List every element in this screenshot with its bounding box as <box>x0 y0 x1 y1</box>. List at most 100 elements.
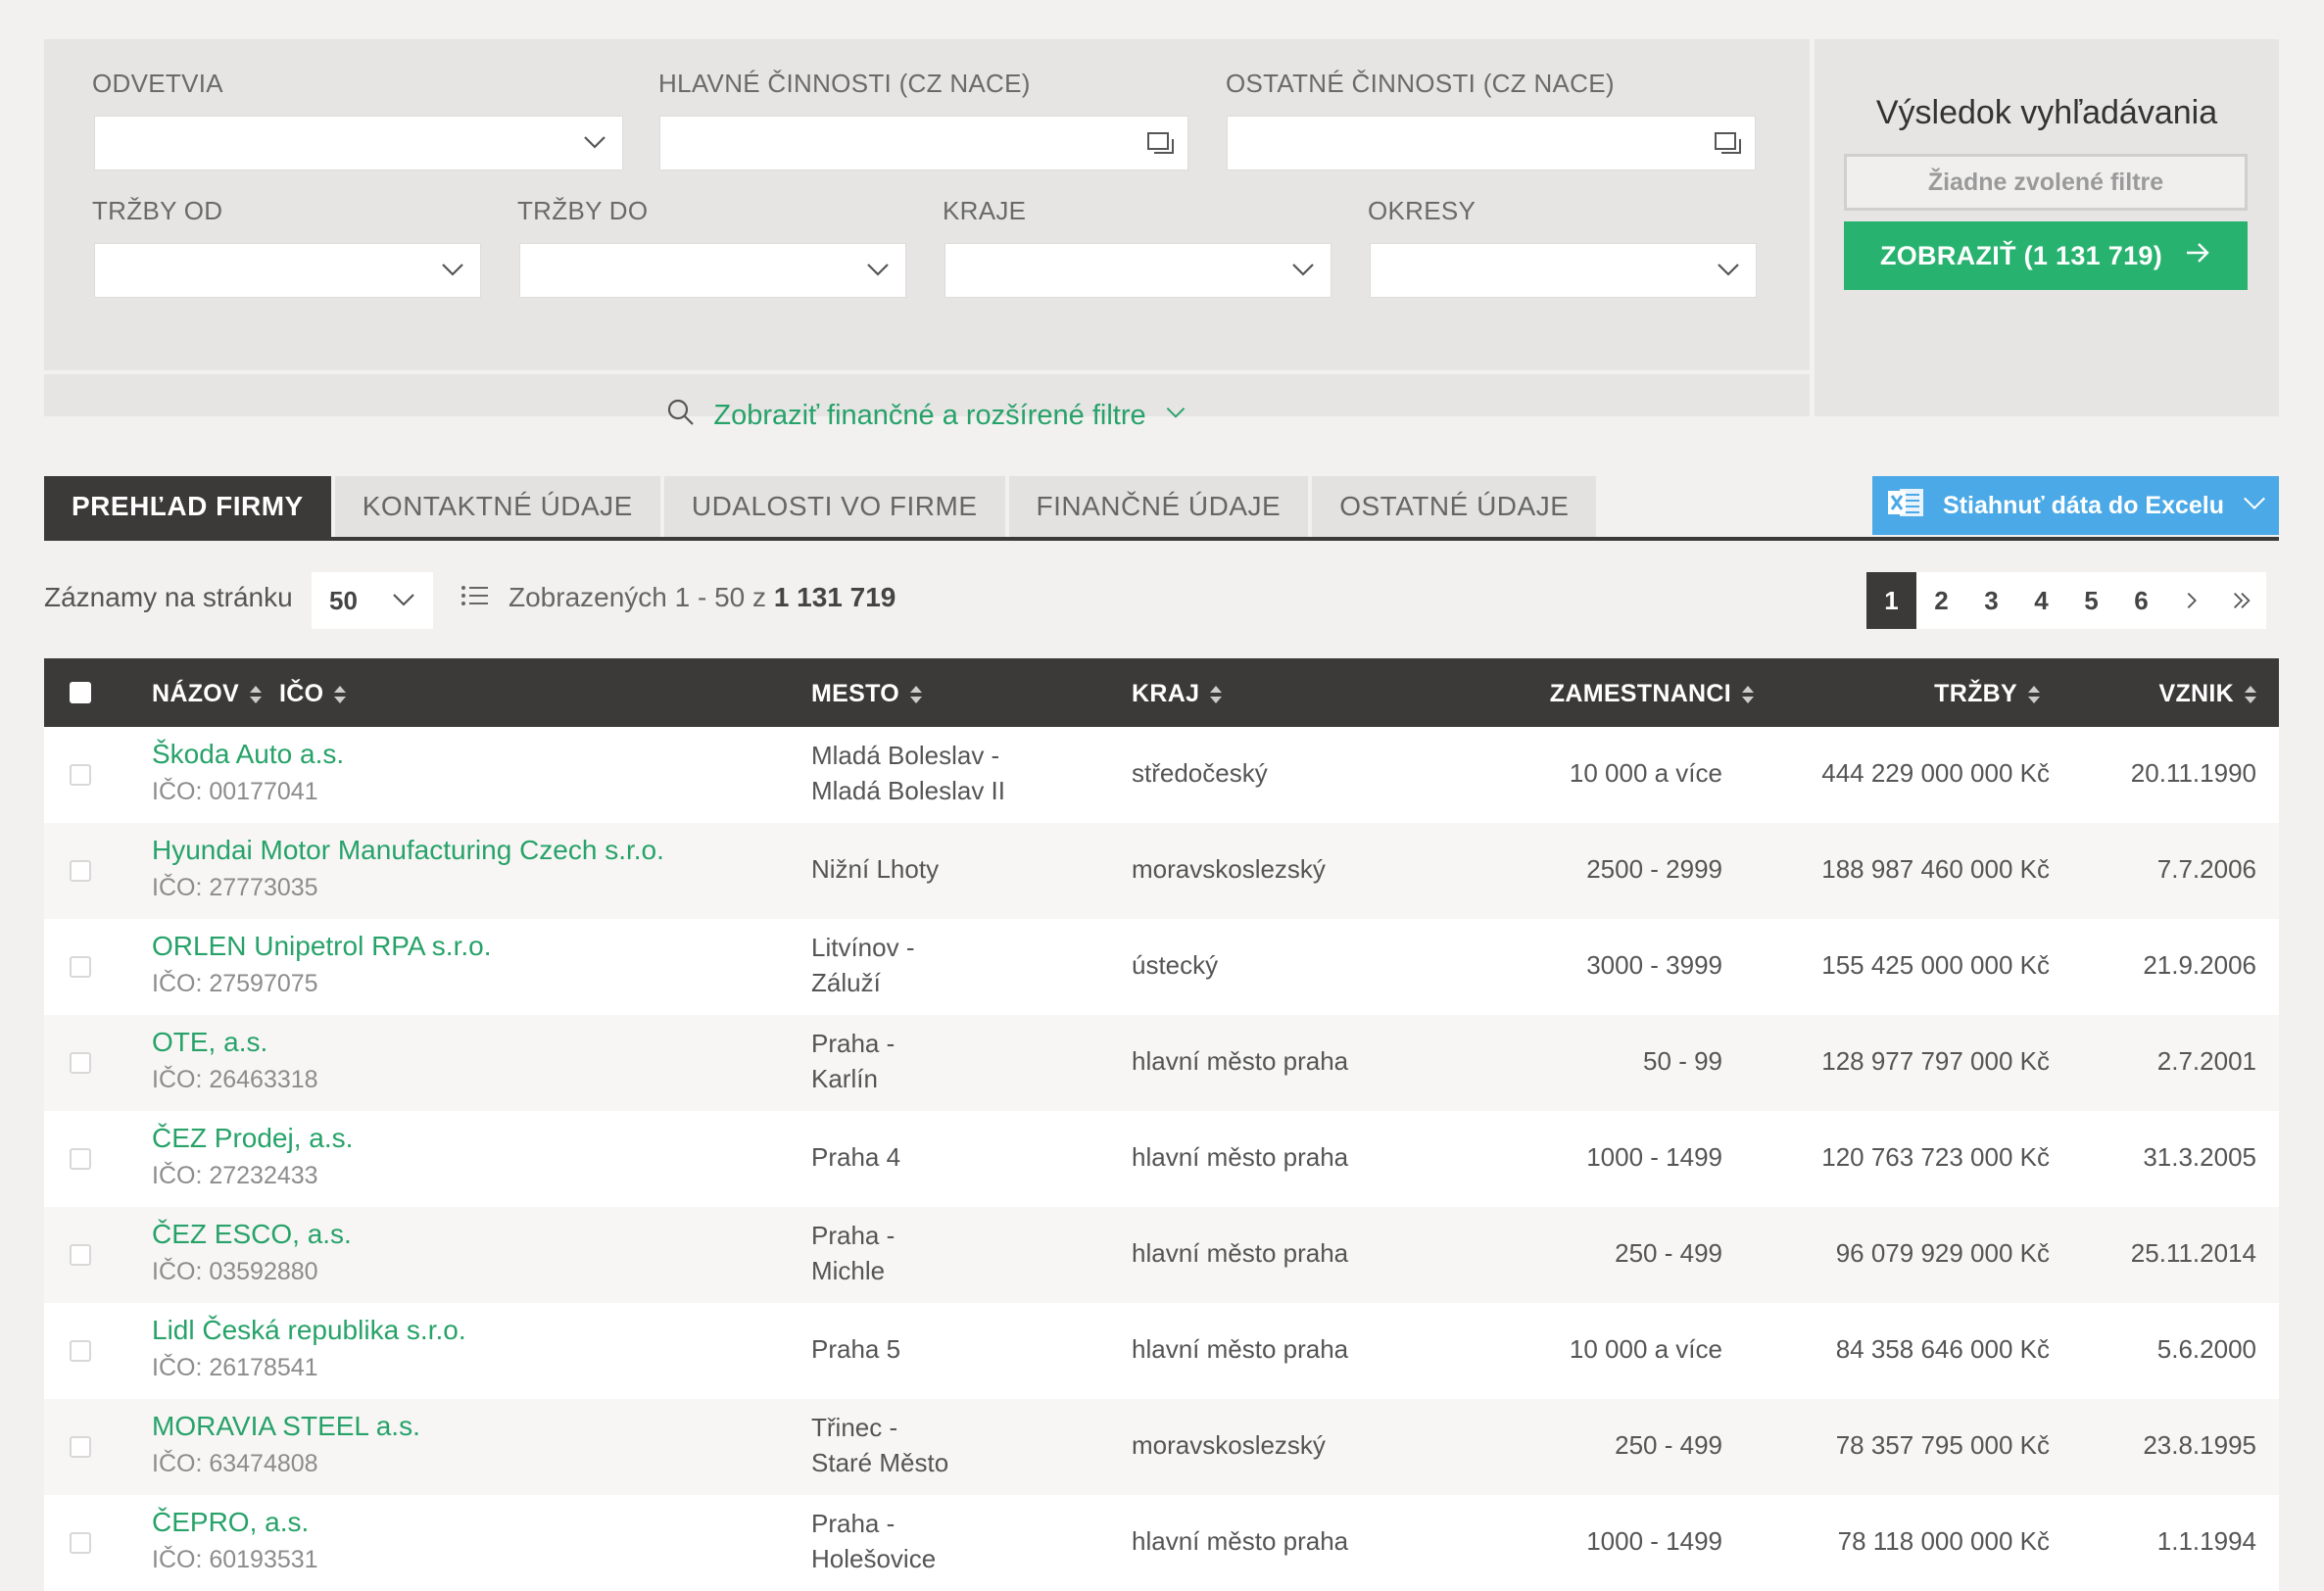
sort-icon <box>2028 685 2040 703</box>
odvetvia-select[interactable] <box>94 116 623 170</box>
tab-kontaktne-udaje[interactable]: KONTAKTNÉ ÚDAJE <box>334 476 660 537</box>
company-city-line2: Staré Město <box>811 1448 949 1477</box>
company-city-line2: Holešovice <box>811 1544 937 1573</box>
company-ico: IČO: 26463318 <box>152 1066 318 1093</box>
company-employees: 10 000 a více <box>1569 758 1722 788</box>
tab-bar: PREHĽAD FIRMY KONTAKTNÉ ÚDAJE UDALOSTI V… <box>44 476 1597 537</box>
okresy-select[interactable] <box>1370 243 1757 298</box>
company-name-link[interactable]: OTE, a.s. <box>152 1027 267 1058</box>
company-ico: IČO: 26178541 <box>152 1354 318 1381</box>
company-founded: 21.9.2006 <box>2143 950 2256 980</box>
sort-icon <box>909 685 922 703</box>
page-1[interactable]: 1 <box>1866 572 1916 629</box>
company-name-link[interactable]: ORLEN Unipetrol RPA s.r.o. <box>152 931 492 962</box>
company-employees: 50 - 99 <box>1643 1046 1722 1076</box>
company-city: Praha - Karlín <box>811 1026 895 1096</box>
popup-window-icon[interactable] <box>1146 130 1176 158</box>
company-employees: 250 - 499 <box>1615 1238 1722 1268</box>
trzby-do-select[interactable] <box>519 243 906 298</box>
company-name-link[interactable]: Škoda Auto a.s. <box>152 739 344 770</box>
page-3[interactable]: 3 <box>1966 572 2016 629</box>
column-zamestnanci[interactable]: ZAMESTNANCI <box>1550 680 1755 708</box>
records-shown-text: Zobrazených 1 - 50 z 1 131 719 <box>508 582 896 613</box>
company-city: Třinec - Staré Město <box>811 1410 948 1480</box>
row-checkbox[interactable] <box>70 1532 91 1554</box>
company-region: hlavní město praha <box>1132 1238 1349 1268</box>
company-region: hlavní město praha <box>1132 1334 1349 1364</box>
row-checkbox[interactable] <box>70 860 91 882</box>
company-ico: IČO: 27232433 <box>152 1162 318 1189</box>
company-name-link[interactable]: ČEZ ESCO, a.s. <box>152 1219 352 1250</box>
company-revenue: 96 079 929 000 Kč <box>1835 1238 2050 1268</box>
company-name-link[interactable]: Lidl Česká republika s.r.o. <box>152 1315 466 1346</box>
company-revenue: 128 977 797 000 Kč <box>1821 1046 2050 1076</box>
kraje-label: KRAJE <box>943 196 1027 225</box>
tab-udalosti-vo-firme[interactable]: UDALOSTI VO FIRME <box>663 476 1005 537</box>
column-vznik[interactable]: VZNIK <box>2159 680 2258 708</box>
row-checkbox[interactable] <box>70 1052 91 1074</box>
company-name-link[interactable]: ČEPRO, a.s. <box>152 1507 309 1538</box>
excel-download-button[interactable]: Stiahnuť dáta do Excelu <box>1872 476 2279 535</box>
popup-window-icon[interactable] <box>1714 130 1743 158</box>
company-city-line1: Třinec - <box>811 1413 898 1442</box>
company-revenue: 188 987 460 000 Kč <box>1821 854 2050 884</box>
column-trzby[interactable]: TRŽBY <box>1934 680 2041 708</box>
page-2[interactable]: 2 <box>1916 572 1966 629</box>
tab-underline <box>44 537 2279 541</box>
row-checkbox[interactable] <box>70 1436 91 1458</box>
company-city-line2: Michle <box>811 1256 886 1285</box>
company-city-line1: Praha - <box>811 1221 896 1250</box>
row-checkbox[interactable] <box>70 956 91 978</box>
company-region: moravskoslezský <box>1132 1430 1326 1460</box>
show-results-button[interactable]: ZOBRAZIŤ (1 131 719) <box>1844 221 2248 290</box>
row-checkbox[interactable] <box>70 1244 91 1266</box>
company-employees: 1000 - 1499 <box>1586 1142 1722 1172</box>
page-5[interactable]: 5 <box>2066 572 2116 629</box>
table-row: OTE, a.s. IČO: 26463318 Praha - Karlín h… <box>44 1015 2279 1111</box>
column-mesto-label: MESTO <box>811 680 899 707</box>
column-nazov[interactable]: NÁZOV <box>152 680 263 708</box>
ostatne-cinnosti-label: OSTATNÉ ČINNOSTI (CZ NACE) <box>1226 69 1615 98</box>
company-city-line1: Litvínov - <box>811 933 915 962</box>
table-row: ČEPRO, a.s. IČO: 60193531 Praha - Holešo… <box>44 1495 2279 1591</box>
company-ico: IČO: 03592880 <box>152 1258 318 1285</box>
per-page-label: Záznamy na stránku <box>44 582 293 612</box>
company-revenue: 78 357 795 000 Kč <box>1835 1430 2050 1460</box>
column-ico[interactable]: IČO <box>279 680 347 708</box>
show-results-label: ZOBRAZIŤ (1 131 719) <box>1879 240 2163 270</box>
company-city-line1: Praha 5 <box>811 1334 901 1364</box>
hlavne-cinnosti-field[interactable] <box>659 116 1188 170</box>
trzby-od-label: TRŽBY OD <box>92 196 223 225</box>
trzby-od-select[interactable] <box>94 243 481 298</box>
row-checkbox[interactable] <box>70 764 91 786</box>
ostatne-cinnosti-field[interactable] <box>1227 116 1756 170</box>
tab-ostatne-udaje[interactable]: OSTATNÉ ÚDAJE <box>1312 476 1597 537</box>
tab-financne-udaje[interactable]: FINANČNÉ ÚDAJE <box>1008 476 1309 537</box>
row-checkbox[interactable] <box>70 1340 91 1362</box>
select-all-checkbox[interactable] <box>70 682 91 703</box>
company-employees: 250 - 499 <box>1615 1430 1722 1460</box>
company-founded: 5.6.2000 <box>2156 1334 2256 1364</box>
table-row: Hyundai Motor Manufacturing Czech s.r.o.… <box>44 823 2279 919</box>
company-name-link[interactable]: Hyundai Motor Manufacturing Czech s.r.o. <box>152 835 664 866</box>
company-employees: 10 000 a více <box>1569 1334 1722 1364</box>
sort-icon <box>1210 685 1223 703</box>
last-page-icon[interactable] <box>2216 572 2266 629</box>
page-6[interactable]: 6 <box>2116 572 2166 629</box>
company-founded: 23.8.1995 <box>2143 1430 2256 1460</box>
kraje-select[interactable] <box>944 243 1331 298</box>
row-checkbox[interactable] <box>70 1148 91 1170</box>
company-city-line2: Záluží <box>811 968 881 997</box>
table-row: ČEZ ESCO, a.s. IČO: 03592880 Praha - Mic… <box>44 1207 2279 1303</box>
next-page-icon[interactable] <box>2166 572 2216 629</box>
companies-table: NÁZOV IČO MESTO KRAJ ZAMESTNANCI TRŽBY V… <box>44 658 2279 1591</box>
page-4[interactable]: 4 <box>2016 572 2066 629</box>
company-name-link[interactable]: ČEZ Prodej, a.s. <box>152 1123 353 1154</box>
sort-icon <box>2245 685 2256 703</box>
column-mesto[interactable]: MESTO <box>811 680 923 708</box>
advanced-filters-toggle[interactable]: Zobraziť finančné a rozšírené filtre <box>44 374 1810 458</box>
tab-prehlad-firmy[interactable]: PREHĽAD FIRMY <box>44 476 331 537</box>
company-name-link[interactable]: MORAVIA STEEL a.s. <box>152 1411 420 1442</box>
column-kraj[interactable]: KRAJ <box>1132 680 1223 708</box>
per-page-select[interactable]: 50 <box>312 572 433 629</box>
